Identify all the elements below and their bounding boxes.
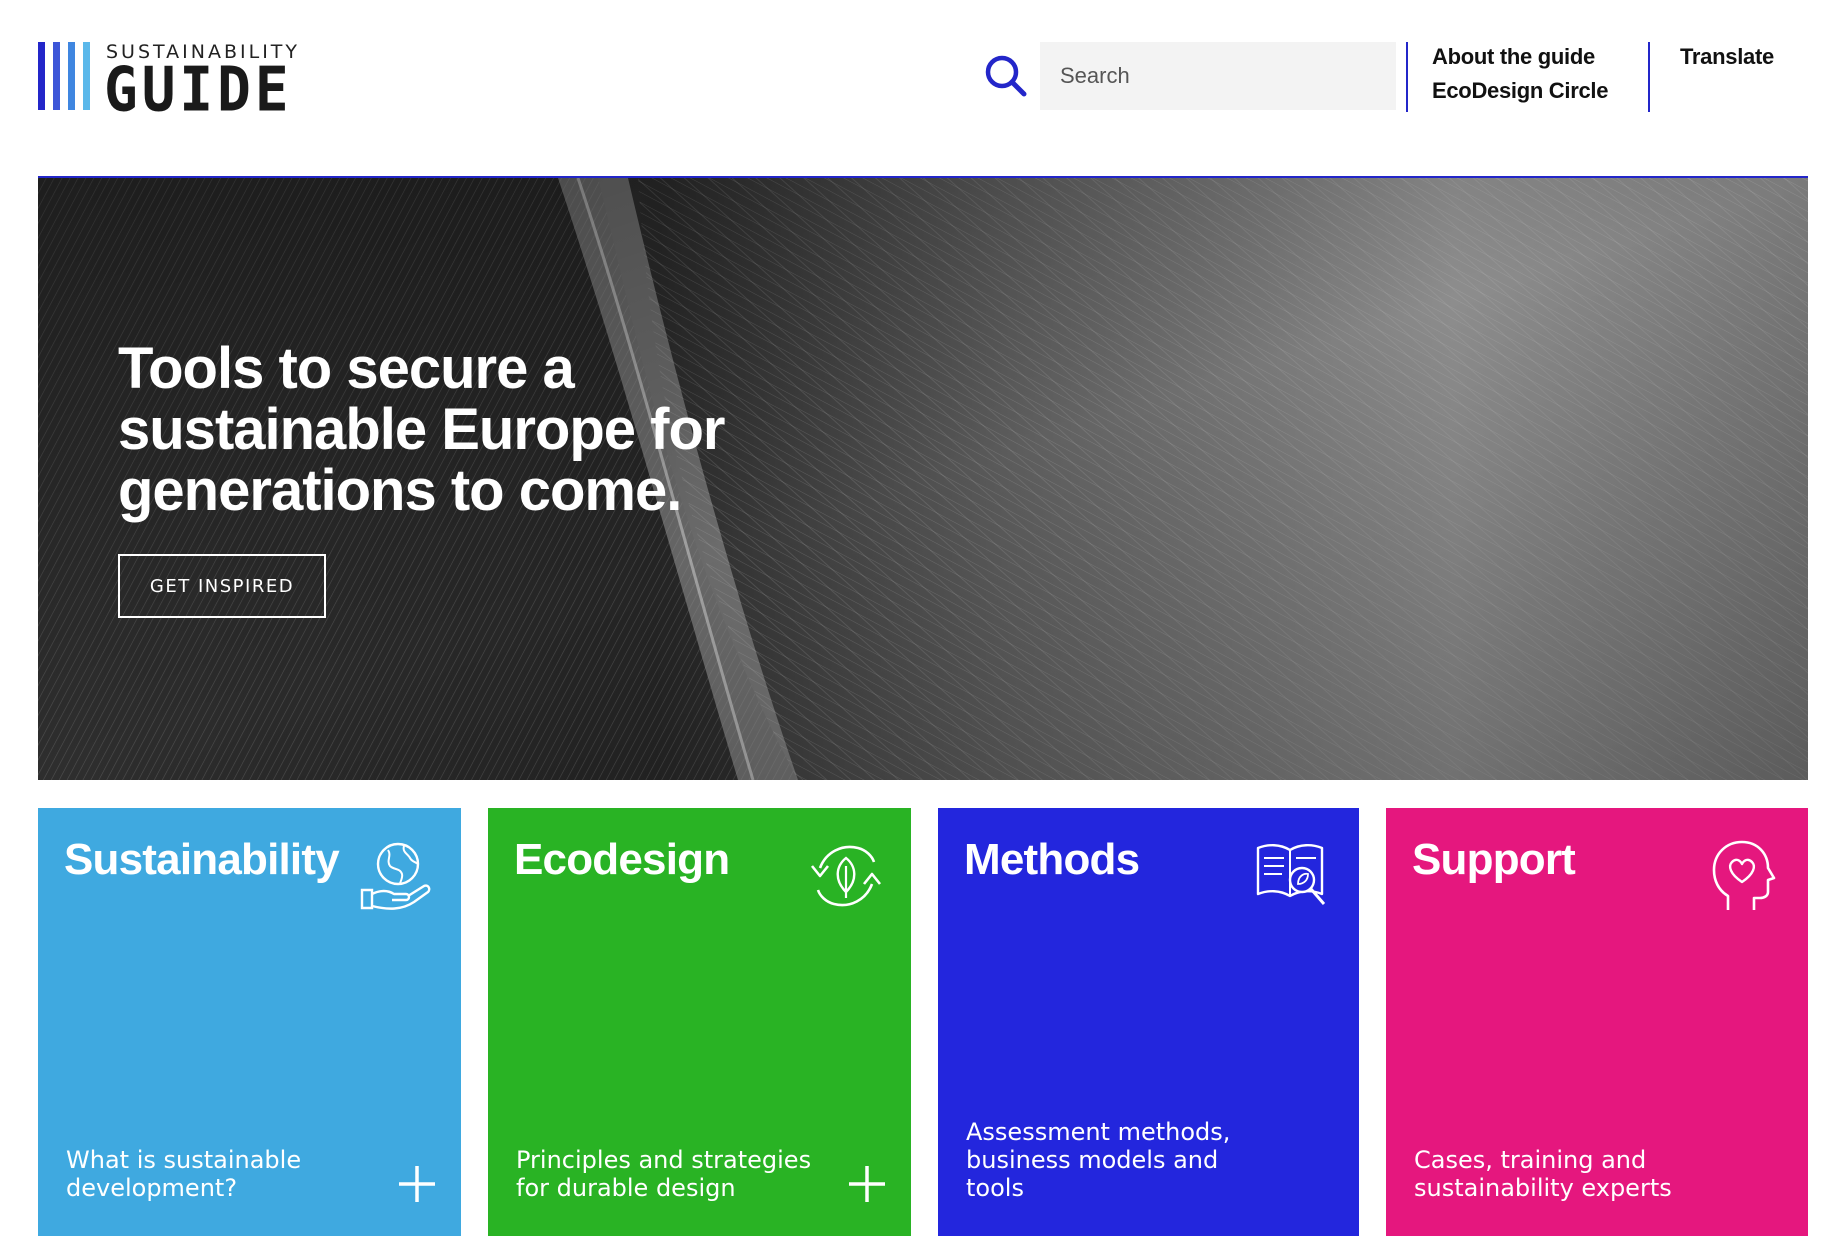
card-description: Principles and strategies for durable de…	[516, 1146, 812, 1202]
card-title: Ecodesign	[514, 835, 730, 884]
site-logo[interactable]: SUSTAINABILITY GUIDE	[38, 42, 318, 121]
globe-in-hand-icon	[360, 842, 431, 910]
nav-divider	[1648, 42, 1650, 112]
plus-icon[interactable]	[397, 1164, 437, 1204]
card-description: Assessment methods, business models and …	[966, 1118, 1231, 1202]
nav-link-ecodesign-circle[interactable]: EcoDesign Circle	[1432, 74, 1632, 108]
hero-title: Tools to secure a sustainable Europe for…	[118, 336, 725, 523]
search-input[interactable]	[1040, 42, 1396, 110]
card-methods[interactable]: Methods Assessment methods, business mod…	[938, 808, 1359, 1236]
hero-banner: Tools to secure a sustainable Europe for…	[38, 178, 1808, 780]
card-title: Sustainability	[64, 835, 340, 884]
header-nav: About the guide EcoDesign Circle	[1432, 40, 1632, 108]
card-description: Cases, training and sustainability exper…	[1414, 1146, 1672, 1202]
logo-bar	[68, 42, 75, 110]
search-icon[interactable]	[984, 54, 1028, 98]
card-support[interactable]: Support Cases, training and sustainabili…	[1386, 808, 1808, 1236]
logo-main-text: GUIDE	[104, 54, 293, 126]
card-sustainability[interactable]: Sustainability What is sustainable devel…	[38, 808, 461, 1236]
card-title: Methods	[964, 835, 1140, 884]
card-title: Support	[1412, 835, 1576, 884]
book-magnifier-icon	[1256, 844, 1326, 905]
nav-link-about[interactable]: About the guide	[1432, 40, 1632, 74]
get-inspired-button[interactable]: GET INSPIRED	[118, 554, 326, 618]
nav-link-translate[interactable]: Translate	[1680, 40, 1774, 74]
site-header: SUSTAINABILITY GUIDE About the guide Eco…	[38, 0, 1808, 178]
card-ecodesign[interactable]: Ecodesign Principles and strategies for …	[488, 808, 911, 1236]
leaf-cycle-icon	[810, 845, 882, 907]
head-heart-icon	[1712, 840, 1776, 910]
nav-divider	[1406, 42, 1408, 112]
logo-bar	[83, 42, 90, 110]
logo-bar	[53, 42, 60, 110]
plus-icon[interactable]	[847, 1164, 887, 1204]
card-description: What is sustainable development?	[66, 1146, 302, 1202]
logo-bar	[38, 42, 45, 110]
logo-bars-icon	[38, 42, 96, 110]
